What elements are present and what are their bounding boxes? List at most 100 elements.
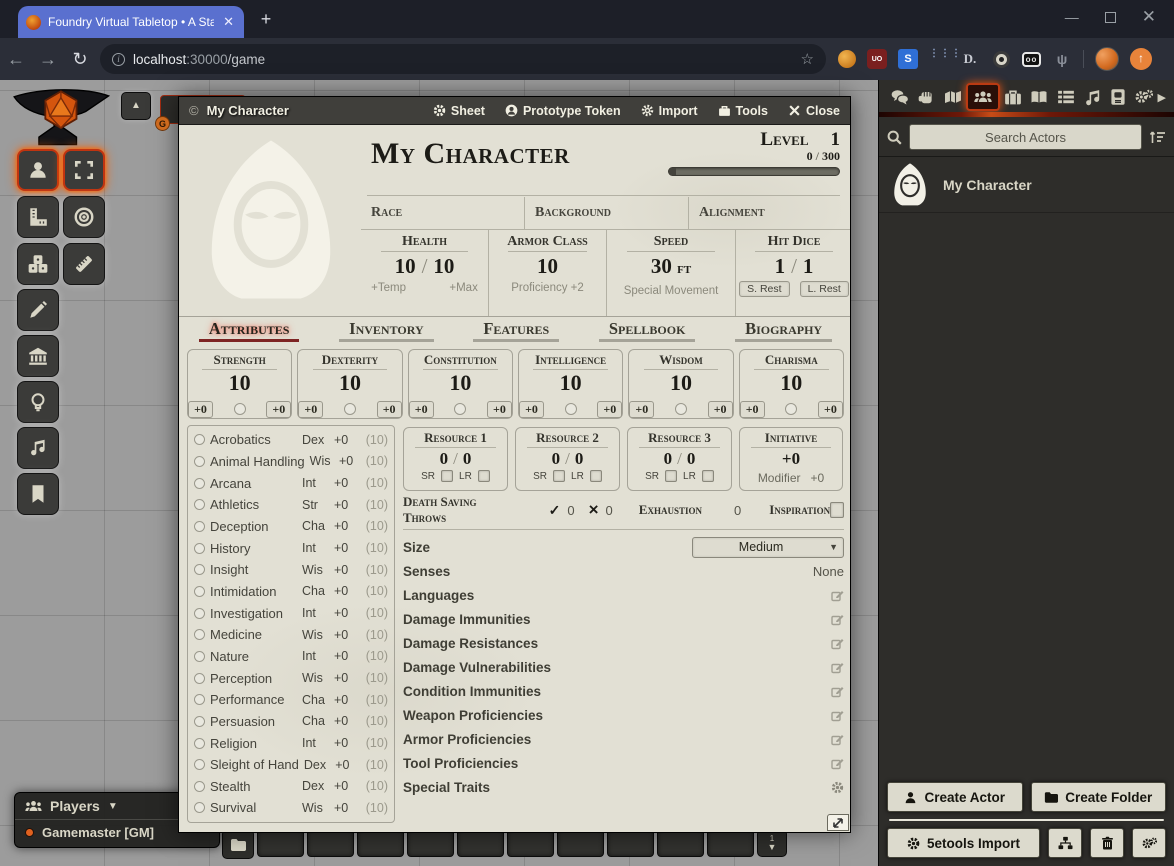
alignment-field[interactable]: Alignment <box>689 197 850 229</box>
prototype-token-button[interactable]: Prototype Token <box>505 104 621 118</box>
cookie-extension-icon[interactable] <box>838 50 856 68</box>
xp-row[interactable]: 0 / 300 <box>640 149 840 164</box>
nav-collapse-button[interactable]: ▲ <box>121 92 151 120</box>
ac-value[interactable]: 10 <box>537 254 558 278</box>
health-value[interactable]: 10/10 <box>395 254 455 278</box>
death-save-fail-count[interactable]: 0 <box>606 503 613 518</box>
skill-name[interactable]: Insight <box>210 562 297 577</box>
size-select[interactable]: Medium ▼ <box>692 537 844 558</box>
skill-name[interactable]: Deception <box>210 519 297 534</box>
senses-value[interactable]: None <box>813 564 844 579</box>
macro-slot[interactable] <box>507 829 554 857</box>
sheet-config-button[interactable]: Sheet <box>433 104 485 118</box>
background-field[interactable]: Background <box>525 197 689 229</box>
skill-name[interactable]: Performance <box>210 692 297 707</box>
stylus-extension-icon[interactable]: S <box>898 49 918 69</box>
ability-save-box[interactable]: +0 <box>188 401 213 418</box>
new-tab-button[interactable]: + <box>254 8 278 32</box>
skill-proficiency-radio[interactable] <box>194 759 205 770</box>
skill-proficiency-radio[interactable] <box>194 543 205 554</box>
ability-mod-box[interactable]: +0 <box>266 401 291 418</box>
close-window-icon[interactable]: ✕ <box>1142 7 1156 27</box>
sidebar-collapse-icon[interactable]: ▶ <box>1158 91 1166 104</box>
directory-settings-button[interactable] <box>1132 828 1166 858</box>
skill-row[interactable]: Acrobatics Dex +0 (10) <box>194 429 388 450</box>
address-bar[interactable]: i localhost:30000/game ☆ <box>100 44 826 74</box>
ability-value[interactable]: 10 <box>229 371 251 395</box>
edit-icon[interactable] <box>831 661 844 674</box>
ability-mod-box[interactable]: +0 <box>487 401 512 418</box>
tempmax-hp-label[interactable]: +Max <box>449 282 477 294</box>
skill-name[interactable]: Acrobatics <box>210 432 297 447</box>
skill-row[interactable]: Intimidation Cha +0 (10) <box>194 581 388 602</box>
skill-name[interactable]: Medicine <box>210 627 297 642</box>
skill-name[interactable]: Intimidation <box>210 584 297 599</box>
lr-checkbox[interactable] <box>702 470 714 482</box>
skill-name[interactable]: Religion <box>210 736 297 751</box>
lr-checkbox[interactable] <box>590 470 602 482</box>
sidebar-tab-chat[interactable] <box>887 85 913 109</box>
create-folder-button[interactable]: Create Folder <box>1031 782 1167 812</box>
level-value[interactable]: 1 <box>831 129 841 150</box>
skill-row[interactable]: Insight Wis +0 (10) <box>194 559 388 580</box>
proficiency-radio[interactable] <box>675 403 687 415</box>
update-browser-icon[interactable]: ↑ <box>1130 48 1152 70</box>
ability-name[interactable]: Intelligence <box>535 352 606 368</box>
macro-slot[interactable] <box>257 829 304 857</box>
sidebar-tab-journal[interactable] <box>1026 85 1052 109</box>
chevron-down-icon[interactable]: ▼ <box>768 843 777 852</box>
sheet-tab[interactable]: Inventory <box>335 319 437 342</box>
race-field[interactable]: Race <box>361 197 525 229</box>
macro-slot[interactable] <box>457 829 504 857</box>
ability-name[interactable]: Strength <box>214 352 266 368</box>
token-select-tool[interactable] <box>17 149 59 191</box>
eye-extension-icon[interactable] <box>991 49 1011 69</box>
ability-save-box[interactable]: +0 <box>409 401 434 418</box>
initiative-value[interactable]: +0 <box>782 449 800 468</box>
skill-row[interactable]: Perception Wis +0 (10) <box>194 668 388 689</box>
hotbar-page-control[interactable]: 1 ▼ <box>757 829 787 857</box>
skill-row[interactable]: Arcana Int +0 (10) <box>194 473 388 494</box>
skill-name[interactable]: Investigation <box>210 606 297 621</box>
reload-icon[interactable]: ↻ <box>64 49 96 70</box>
skill-name[interactable]: Stealth <box>210 779 297 794</box>
ability-mod-box[interactable]: +0 <box>377 401 402 418</box>
death-save-fail-icon[interactable]: × <box>589 503 599 517</box>
death-save-success-icon[interactable]: ✓ <box>549 502 561 519</box>
5etools-import-button[interactable]: 5etools Import <box>887 828 1040 858</box>
long-rest-button[interactable]: L. Rest <box>800 281 849 297</box>
minimize-icon[interactable]: — <box>1065 9 1079 25</box>
skill-row[interactable]: Religion Int +0 (10) <box>194 733 388 754</box>
skill-proficiency-radio[interactable] <box>194 521 205 532</box>
skill-proficiency-radio[interactable] <box>194 564 205 575</box>
close-sheet-button[interactable]: Close <box>788 104 840 118</box>
walls-tool[interactable] <box>17 335 59 377</box>
lr-checkbox[interactable] <box>478 470 490 482</box>
skill-row[interactable]: Deception Cha +0 (10) <box>194 516 388 537</box>
proficiency-radio[interactable] <box>785 403 797 415</box>
skill-proficiency-radio[interactable] <box>194 651 205 662</box>
profile-avatar[interactable] <box>1095 47 1119 71</box>
skill-row[interactable]: Survival Wis +0 (10) <box>194 797 388 818</box>
skill-proficiency-radio[interactable] <box>194 456 205 467</box>
edit-icon[interactable] <box>831 709 844 722</box>
resource-label[interactable]: Resource 1 <box>424 430 487 446</box>
skill-proficiency-radio[interactable] <box>194 802 205 813</box>
back-icon[interactable]: ← <box>0 49 32 70</box>
macro-folder-button[interactable] <box>222 829 254 859</box>
skill-name[interactable]: Arcana <box>210 476 297 491</box>
measure-tool[interactable] <box>17 196 59 238</box>
macro-slot[interactable] <box>407 829 454 857</box>
skill-row[interactable]: Performance Cha +0 (10) <box>194 689 388 710</box>
sheet-tab[interactable]: Features <box>469 319 563 342</box>
document-id-icon[interactable]: © <box>189 103 199 118</box>
skill-proficiency-radio[interactable] <box>194 608 205 619</box>
site-info-icon[interactable]: i <box>112 53 125 66</box>
resource-value[interactable]: 0/0 <box>440 449 472 468</box>
drawing-tool[interactable] <box>17 289 59 331</box>
short-rest-button[interactable]: S. Rest <box>739 281 789 297</box>
sidebar-tab-actors[interactable] <box>966 83 1000 111</box>
resource-label[interactable]: Resource 2 <box>536 430 599 446</box>
skill-proficiency-radio[interactable] <box>194 781 205 792</box>
skill-row[interactable]: Animal Handling Wis +0 (10) <box>194 451 388 472</box>
